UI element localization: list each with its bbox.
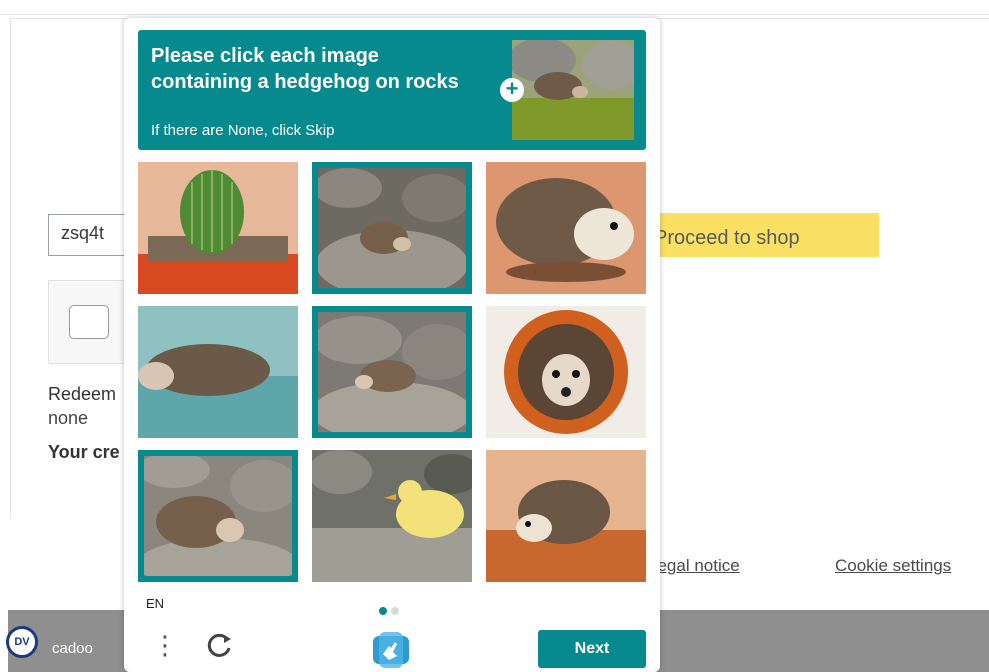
example-image xyxy=(512,40,634,140)
page-indicator xyxy=(379,602,403,620)
page-dot-inactive xyxy=(391,607,399,615)
certification-badge-icon: DV xyxy=(6,626,38,658)
credit-label: Your cre xyxy=(48,442,120,462)
image-tile-1[interactable] xyxy=(138,162,298,294)
image-tile-3[interactable] xyxy=(486,162,646,294)
captcha-checkbox[interactable] xyxy=(69,305,109,339)
cookie-settings-link[interactable]: Cookie settings xyxy=(835,556,951,576)
proceed-to-shop-button[interactable]: Proceed to shop xyxy=(640,213,879,257)
prompt-title: Please click each image containing a hed… xyxy=(151,45,459,93)
language-selector[interactable]: EN xyxy=(146,596,164,611)
hcaptcha-logo-icon xyxy=(373,632,409,668)
top-divider xyxy=(0,14,989,15)
challenge-prompt: Please click each image containing a hed… xyxy=(138,30,646,150)
image-tile-5[interactable] xyxy=(312,306,472,438)
image-tile-6[interactable] xyxy=(486,306,646,438)
expand-plus-icon[interactable]: + xyxy=(500,78,524,102)
next-button[interactable]: Next xyxy=(538,630,646,668)
page-dot-active xyxy=(379,607,387,615)
image-tile-4[interactable] xyxy=(138,306,298,438)
prompt-subtitle: If there are None, click Skip xyxy=(151,122,335,139)
image-tile-7[interactable] xyxy=(138,450,298,582)
menu-dots-icon[interactable]: ⋮ xyxy=(152,632,178,658)
refresh-icon[interactable] xyxy=(206,632,234,660)
redeem-value: none xyxy=(48,408,89,428)
image-tile-9[interactable] xyxy=(486,450,646,582)
bottom-bar-text: cadoo xyxy=(52,640,93,657)
captcha-challenge-dialog: Please click each image containing a hed… xyxy=(124,18,660,672)
image-tile-8[interactable] xyxy=(312,450,472,582)
legal-notice-link[interactable]: Legal notice xyxy=(648,556,740,576)
redeem-label: Redeem xyxy=(48,384,117,404)
image-tile-2[interactable] xyxy=(312,162,472,294)
